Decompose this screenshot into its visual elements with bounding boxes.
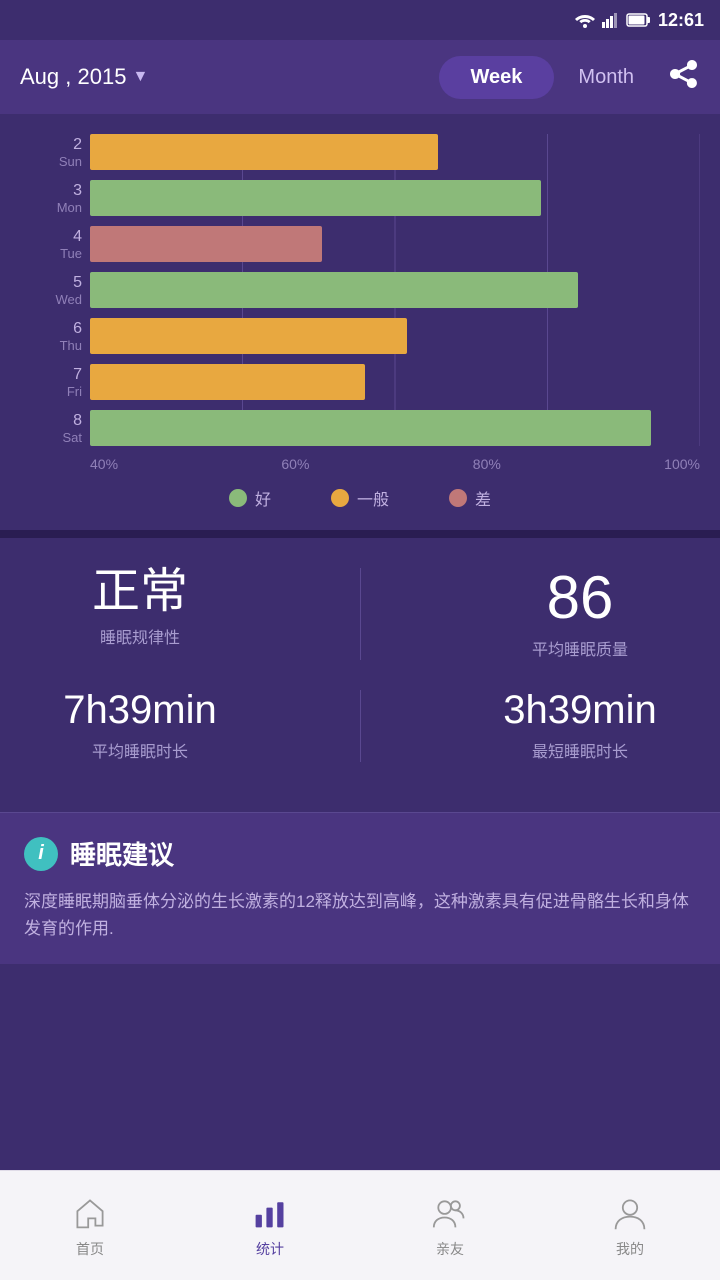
advice-title: 睡眠建议 bbox=[70, 835, 174, 872]
stat-label-min-duration: 最短睡眠时长 bbox=[480, 738, 680, 762]
info-icon: i bbox=[24, 837, 58, 871]
day-name: Sun bbox=[20, 154, 82, 170]
stat-value-quality: 86 bbox=[480, 568, 680, 628]
chart-container: 2Sun 3Mon 4Tue 5Wed 6Thu 7Fri bbox=[20, 134, 700, 472]
x-label: 80% bbox=[473, 456, 501, 472]
stat-quality: 86 平均睡眠质量 bbox=[480, 568, 680, 660]
bar-row: 2Sun bbox=[90, 134, 700, 170]
status-time: 12:61 bbox=[658, 10, 704, 31]
nav-label-stats: 统计 bbox=[256, 1239, 284, 1259]
nav-item-profile[interactable]: 我的 bbox=[540, 1193, 720, 1259]
tab-group: Week Month bbox=[439, 56, 658, 99]
x-label: 40% bbox=[90, 456, 118, 472]
legend-dot-green bbox=[229, 489, 247, 507]
stats-row-1: 正常 睡眠规律性 86 平均睡眠质量 bbox=[40, 568, 680, 660]
stats-area: 正常 睡眠规律性 86 平均睡眠质量 7h39min 平均睡眠时长 3h39mi… bbox=[0, 538, 720, 812]
stat-regularity: 正常 睡眠规律性 bbox=[40, 568, 240, 660]
bar-row: 7Fri bbox=[90, 364, 700, 400]
legend-bad: 差 bbox=[449, 486, 491, 510]
dropdown-arrow-icon: ▼ bbox=[132, 68, 148, 86]
home-icon bbox=[70, 1193, 110, 1233]
bar-fill bbox=[90, 364, 365, 400]
nav-item-friends[interactable]: 亲友 bbox=[360, 1193, 540, 1259]
bar-fill bbox=[90, 318, 407, 354]
bar-row: 6Thu bbox=[90, 318, 700, 354]
nav-item-home[interactable]: 首页 bbox=[0, 1193, 180, 1259]
legend-dot-orange bbox=[331, 489, 349, 507]
bar-row: 4Tue bbox=[90, 226, 700, 262]
bar-fill bbox=[90, 180, 541, 216]
status-bar: 12:61 bbox=[0, 0, 720, 40]
stat-min-duration: 3h39min 最短睡眠时长 bbox=[480, 690, 680, 762]
stat-avg-duration: 7h39min 平均睡眠时长 bbox=[40, 690, 240, 762]
bar-row: 8Sat bbox=[90, 410, 700, 446]
status-icons: 12:61 bbox=[574, 10, 704, 31]
stat-value-regularity: 正常 bbox=[40, 568, 240, 616]
nav-label-friends: 亲友 bbox=[436, 1239, 464, 1259]
section-divider bbox=[0, 530, 720, 538]
battery-icon bbox=[626, 12, 652, 28]
x-axis: 40% 60% 80% 100% bbox=[90, 456, 700, 472]
legend-dot-pink bbox=[449, 489, 467, 507]
bar-row: 3Mon bbox=[90, 180, 700, 216]
day-num: 2 bbox=[20, 135, 82, 154]
stat-divider-v bbox=[360, 568, 361, 660]
person-icon bbox=[610, 1193, 650, 1233]
chart-area: 2Sun 3Mon 4Tue 5Wed 6Thu 7Fri bbox=[0, 114, 720, 530]
signal-icon bbox=[602, 12, 620, 28]
stat-divider-v-2 bbox=[360, 690, 361, 762]
stats-row-2: 7h39min 平均睡眠时长 3h39min 最短睡眠时长 bbox=[40, 690, 680, 762]
legend-good: 好 bbox=[229, 486, 271, 510]
date-label: Aug , 2015 bbox=[20, 64, 126, 90]
chart-legend: 好 一般 差 bbox=[20, 486, 700, 510]
bar-fill bbox=[90, 272, 578, 308]
bar-fill bbox=[90, 134, 438, 170]
x-label: 60% bbox=[281, 456, 309, 472]
nav-item-stats[interactable]: 统计 bbox=[180, 1193, 360, 1259]
bar-fill bbox=[90, 410, 651, 446]
share-button[interactable] bbox=[668, 58, 700, 97]
nav-label-home: 首页 bbox=[76, 1239, 104, 1259]
stat-label-quality: 平均睡眠质量 bbox=[480, 636, 680, 660]
friends-icon bbox=[430, 1193, 470, 1233]
bar-row: 5Wed bbox=[90, 272, 700, 308]
legend-normal: 一般 bbox=[331, 486, 389, 510]
bar-fill bbox=[90, 226, 322, 262]
legend-label-bad: 差 bbox=[475, 486, 491, 510]
date-selector[interactable]: Aug , 2015 ▼ bbox=[20, 64, 439, 90]
nav-label-profile: 我的 bbox=[616, 1239, 644, 1259]
x-label: 100% bbox=[664, 456, 700, 472]
tab-week[interactable]: Week bbox=[439, 56, 555, 99]
legend-label-good: 好 bbox=[255, 486, 271, 510]
wifi-icon bbox=[574, 12, 596, 28]
stat-value-min-duration: 3h39min bbox=[480, 690, 680, 730]
tab-month[interactable]: Month bbox=[554, 56, 658, 99]
header: Aug , 2015 ▼ Week Month bbox=[0, 40, 720, 114]
bottom-nav: 首页 统计 亲友 bbox=[0, 1170, 720, 1280]
stats-icon bbox=[250, 1193, 290, 1233]
legend-label-normal: 一般 bbox=[357, 486, 389, 510]
advice-title-row: i 睡眠建议 bbox=[24, 835, 696, 872]
advice-text: 深度睡眠期脑垂体分泌的生长激素的12释放达到高峰，这种激素具有促进骨骼生长和身体… bbox=[24, 888, 696, 942]
stat-label-regularity: 睡眠规律性 bbox=[40, 624, 240, 648]
advice-area: i 睡眠建议 深度睡眠期脑垂体分泌的生长激素的12释放达到高峰，这种激素具有促进… bbox=[0, 812, 720, 964]
stat-label-avg-duration: 平均睡眠时长 bbox=[40, 738, 240, 762]
stat-value-avg-duration: 7h39min bbox=[40, 690, 240, 730]
